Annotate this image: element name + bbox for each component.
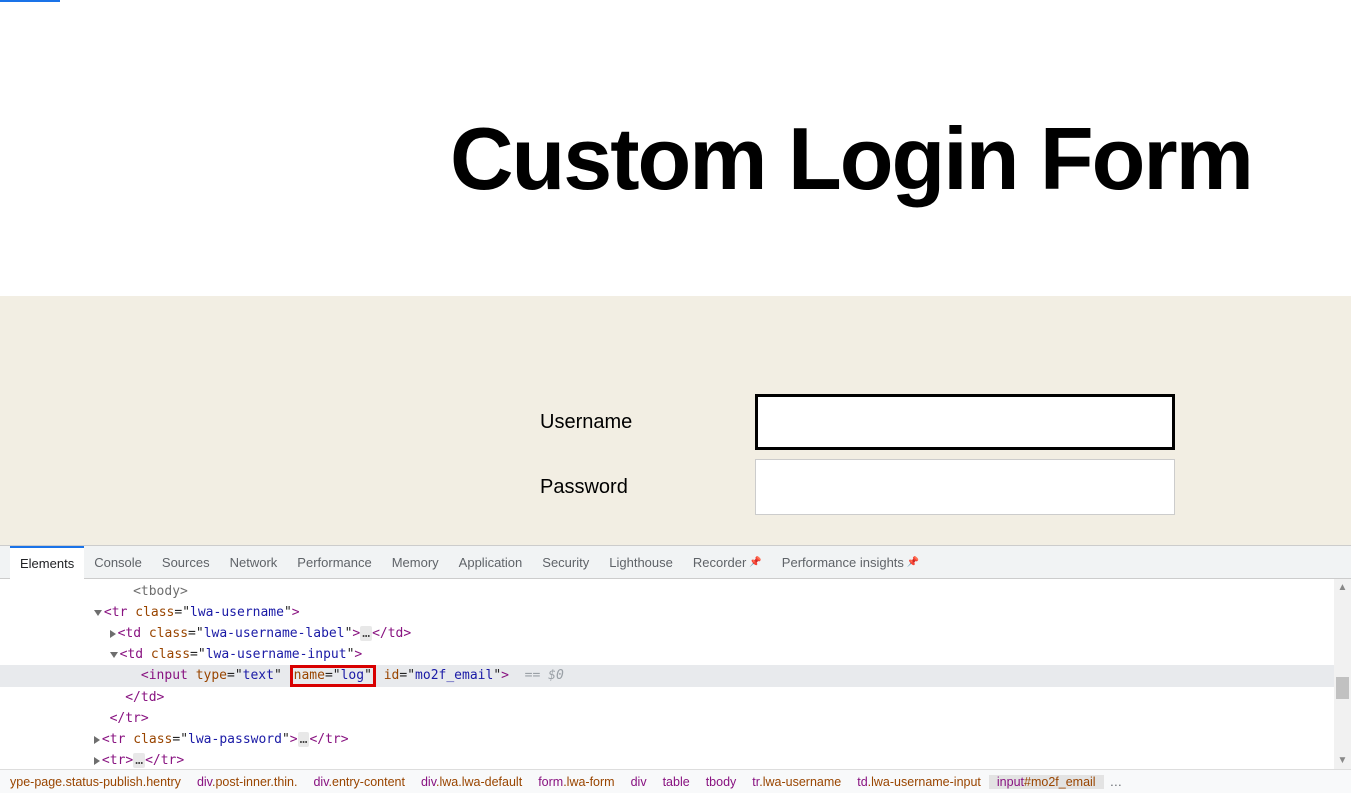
breadcrumb-more[interactable]: … (1104, 775, 1129, 789)
tab-perf-insights-label: Performance insights (782, 555, 904, 570)
breadcrumb-item[interactable]: td.lwa-username-input (849, 775, 989, 789)
dom-line[interactable]: <tr class="lwa-password">…</tr> (0, 729, 1351, 750)
pin-icon: 📌 (749, 557, 761, 568)
scroll-up-icon[interactable]: ▲ (1334, 579, 1351, 596)
dom-breadcrumb: ype-page.status-publish.hentry div.post-… (0, 769, 1351, 793)
tab-network[interactable]: Network (220, 546, 288, 579)
loading-indicator (0, 0, 60, 2)
dom-line[interactable]: </tr> (0, 708, 1351, 729)
username-input[interactable] (755, 394, 1175, 450)
scroll-down-icon[interactable]: ▼ (1334, 752, 1351, 769)
devtools-panel: Elements Console Sources Network Perform… (0, 545, 1351, 793)
tab-elements[interactable]: Elements (10, 546, 84, 579)
breadcrumb-item[interactable]: form.lwa-form (530, 775, 622, 789)
username-label: Username (540, 411, 755, 434)
tab-lighthouse[interactable]: Lighthouse (599, 546, 683, 579)
dom-line[interactable]: </td> (0, 687, 1351, 708)
page-title: Custom Login Form (450, 108, 1252, 210)
tab-security[interactable]: Security (532, 546, 599, 579)
dom-line[interactable]: <tbody> (0, 581, 1351, 602)
breadcrumb-item[interactable]: table (655, 775, 698, 789)
devtools-tabbar: Elements Console Sources Network Perform… (0, 546, 1351, 579)
breadcrumb-item[interactable]: div.entry-content (305, 775, 413, 789)
breadcrumb-item-active[interactable]: input#mo2f_email (989, 775, 1104, 789)
scrollbar-vertical[interactable]: ▲ ▼ (1334, 579, 1351, 769)
tab-recorder[interactable]: Recorder📌 (683, 546, 772, 579)
tab-recorder-label: Recorder (693, 555, 746, 570)
tab-application[interactable]: Application (449, 546, 533, 579)
tab-console[interactable]: Console (84, 546, 152, 579)
dom-line[interactable]: <td class="lwa-username-input"> (0, 644, 1351, 665)
breadcrumb-item[interactable]: tr.lwa-username (744, 775, 849, 789)
highlighted-attribute: name="log" (290, 665, 376, 687)
dom-line[interactable]: <td class="lwa-username-label">…</td> (0, 623, 1351, 644)
breadcrumb-item[interactable]: div (623, 775, 655, 789)
pin-icon: 📌 (907, 557, 919, 568)
scrollbar-thumb[interactable] (1336, 677, 1349, 699)
dom-line[interactable]: <tr class="lwa-username"> (0, 602, 1351, 623)
dom-line-selected[interactable]: <input type="text" name="log" id="mo2f_e… (0, 665, 1351, 687)
password-input[interactable] (755, 459, 1175, 515)
password-label: Password (540, 476, 755, 499)
breadcrumb-item[interactable]: div.lwa.lwa-default (413, 775, 530, 789)
breadcrumb-item[interactable]: ype-page.status-publish.hentry (2, 775, 189, 789)
dom-tree-panel[interactable]: <tbody> <tr class="lwa-username"> <td cl… (0, 579, 1351, 769)
tab-memory[interactable]: Memory (382, 546, 449, 579)
selected-node-marker: == $0 (517, 668, 564, 683)
tab-performance[interactable]: Performance (287, 546, 381, 579)
dom-line[interactable]: <tr>…</tr> (0, 750, 1351, 769)
breadcrumb-item[interactable]: div.post-inner.thin. (189, 775, 306, 789)
breadcrumb-item[interactable]: tbody (698, 775, 745, 789)
tab-sources[interactable]: Sources (152, 546, 220, 579)
login-form-area: Username Password (0, 296, 1351, 545)
tab-performance-insights[interactable]: Performance insights📌 (772, 546, 930, 579)
